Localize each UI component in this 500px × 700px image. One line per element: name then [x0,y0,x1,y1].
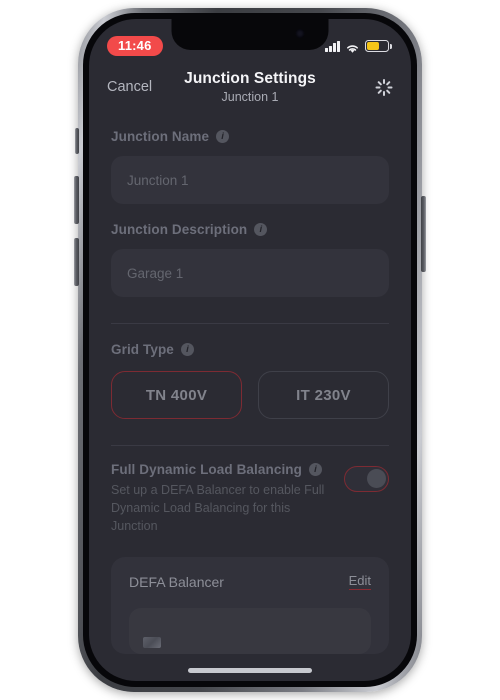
grid-type-option-tn400v[interactable]: TN 400V [111,371,242,419]
loading-spinner-icon [375,78,393,96]
section-divider [111,445,389,446]
load-balancing-label: Full Dynamic Load Balancing [111,462,302,477]
junction-name-group: Junction Name i Junction 1 [111,111,389,204]
cancel-button[interactable]: Cancel [107,79,152,95]
info-icon[interactable]: i [254,223,268,236]
volume-down-button[interactable] [74,238,79,286]
junction-description-label: Junction Description [111,222,248,237]
phone-screen: 11:46 Cancel Junction Settings Junction … [89,19,411,681]
junction-name-label-row: Junction Name i [111,129,389,144]
defa-balancer-title: DEFA Balancer [129,573,224,590]
status-time: 11:46 [107,36,163,56]
power-button[interactable] [421,196,426,272]
load-balancing-label-row: Full Dynamic Load Balancing i [111,462,332,477]
load-balancing-description: Set up a DEFA Balancer to enable Full Dy… [111,483,325,534]
settings-content[interactable]: Junction Name i Junction 1 Junction Desc… [89,111,411,681]
junction-name-input[interactable]: Junction 1 [111,156,389,204]
info-icon[interactable]: i [308,463,322,476]
toggle-knob [367,468,386,488]
grid-type-options: TN 400V IT 230V [111,371,389,419]
load-balancing-toggle[interactable] [344,466,389,492]
junction-name-label: Junction Name [111,129,210,144]
navigation-bar: Cancel Junction Settings Junction 1 [89,63,411,111]
volume-up-button[interactable] [74,176,79,224]
grid-type-label: Grid Type [111,342,174,357]
silent-switch-button[interactable] [75,128,79,154]
grid-type-label-row: Grid Type i [111,342,389,357]
battery-low-power-icon [365,40,392,52]
grid-type-group: Grid Type i TN 400V IT 230V [111,324,389,419]
status-bar: 11:46 [89,19,411,63]
screenshot-stage: 11:46 Cancel Junction Settings Junction … [0,0,500,700]
cellular-signal-icon [325,40,340,52]
grid-type-option-it230v[interactable]: IT 230V [258,371,389,419]
junction-description-group: Junction Description i Garage 1 [111,204,389,297]
info-icon[interactable]: i [180,343,194,356]
junction-description-input[interactable]: Garage 1 [111,249,389,297]
defa-balancer-header: DEFA Balancer Edit [129,573,371,591]
defa-balancer-device-row[interactable] [129,608,371,655]
defa-balancer-card: DEFA Balancer Edit [111,557,389,655]
status-indicators [325,40,392,53]
load-balancing-group: Full Dynamic Load Balancing i Set up a D… [111,462,389,535]
home-indicator[interactable] [188,668,312,673]
junction-description-label-row: Junction Description i [111,222,389,237]
wifi-icon [345,41,360,53]
device-thumbnail-icon [143,637,161,649]
edit-button[interactable]: Edit [348,573,371,591]
info-icon[interactable]: i [216,130,230,143]
load-balancing-text: Full Dynamic Load Balancing i Set up a D… [111,462,344,535]
